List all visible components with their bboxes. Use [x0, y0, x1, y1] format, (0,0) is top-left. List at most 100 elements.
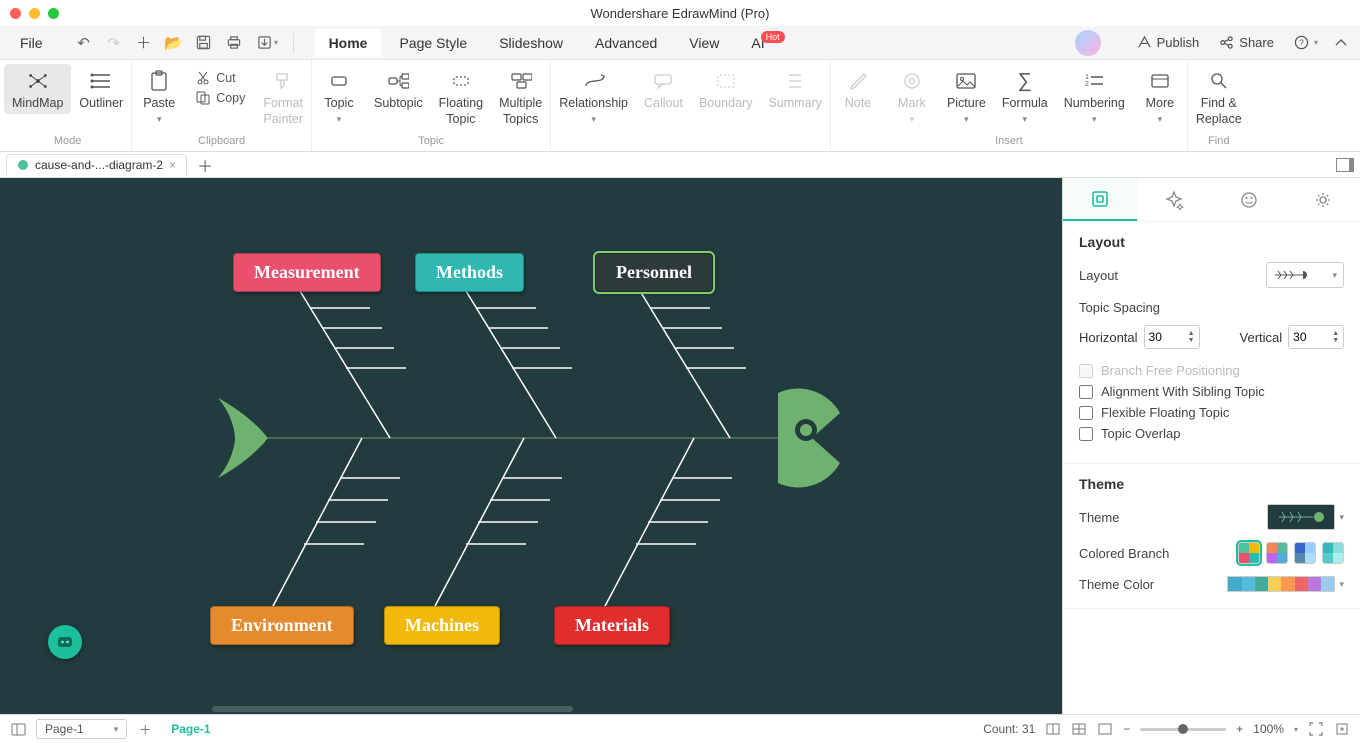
tab-advanced[interactable]: Advanced [581, 29, 671, 57]
tab-ai[interactable]: AIHot [737, 29, 802, 57]
tab-home[interactable]: Home [315, 29, 382, 57]
swatch-4[interactable] [1322, 542, 1344, 564]
menubar: File ↶ ↷ ＋ 📂 ▾ Home Page Style Slideshow… [0, 26, 1360, 60]
flex-float-check[interactable]: Flexible Floating Topic [1079, 405, 1344, 420]
fish-cat-personnel[interactable]: Personnel [595, 253, 713, 292]
fish-cat-machines[interactable]: Machines [384, 606, 500, 645]
zoom-slider[interactable] [1140, 728, 1226, 731]
theme-select[interactable] [1267, 504, 1335, 530]
publish-button[interactable]: Publish [1129, 31, 1208, 54]
view-mode-3[interactable] [1097, 721, 1113, 737]
multiple-topics-button[interactable]: Multiple Topics [491, 64, 550, 129]
close-tab[interactable]: × [169, 158, 176, 172]
layout-select[interactable]: ▾ [1266, 262, 1344, 288]
zoom-out[interactable]: − [1123, 722, 1130, 736]
format-painter-button[interactable]: Format Painter [255, 64, 311, 129]
page-select[interactable]: Page-1▾ [36, 719, 127, 739]
canvas-hscroll[interactable] [0, 704, 1062, 714]
floating-topic-button[interactable]: Floating Topic [431, 64, 491, 129]
canvas[interactable]: Measurement Methods Personnel Environmen… [0, 178, 1062, 714]
fit-page[interactable] [1334, 721, 1350, 737]
colored-branch-options [1238, 542, 1344, 564]
find-icon [1208, 70, 1230, 92]
vertical-spin[interactable]: ▲▼ [1288, 325, 1344, 349]
panel-tab-icons[interactable] [1212, 178, 1286, 221]
section-layout: Layout Layout ▾ Topic Spacing Horizontal… [1063, 222, 1360, 464]
tab-page-style[interactable]: Page Style [385, 29, 481, 57]
theme-color-label: Theme Color [1079, 577, 1154, 592]
titlebar: Wondershare EdrawMind (Pro) [0, 0, 1360, 26]
view-mode-2[interactable] [1071, 721, 1087, 737]
more-button[interactable]: More▾ [1133, 64, 1187, 127]
panel-tab-layout[interactable] [1063, 178, 1137, 221]
swatch-1[interactable] [1238, 542, 1260, 564]
export-button[interactable]: ▾ [251, 30, 285, 56]
horizontal-spin[interactable]: ▲▼ [1144, 325, 1200, 349]
main: Measurement Methods Personnel Environmen… [0, 178, 1360, 714]
user-avatar[interactable] [1075, 30, 1101, 56]
summary-button[interactable]: Summary [760, 64, 829, 114]
share-button[interactable]: Share [1211, 31, 1282, 54]
outliner-mode[interactable]: Outliner [71, 64, 131, 114]
pages-icon[interactable] [10, 721, 26, 737]
cut-button[interactable]: Cut [192, 68, 249, 88]
relationship-button[interactable]: Relationship▾ [551, 64, 636, 127]
maximize-window[interactable] [48, 8, 59, 19]
formula-button[interactable]: ∑Formula▾ [994, 64, 1056, 127]
new-button[interactable]: ＋ [131, 30, 157, 56]
topic-button[interactable]: Topic▾ [312, 64, 366, 127]
numbering-icon: 12 [1083, 70, 1105, 92]
window-controls [10, 8, 59, 19]
callout-button[interactable]: Callout [636, 64, 691, 114]
boundary-button[interactable]: Boundary [691, 64, 761, 114]
picture-button[interactable]: Picture▾ [939, 64, 994, 127]
subtopic-button[interactable]: Subtopic [366, 64, 431, 114]
add-tab[interactable]: ＋ [197, 153, 213, 177]
mindmap-mode[interactable]: MindMap [4, 64, 71, 114]
theme-color-select[interactable] [1227, 576, 1335, 592]
mark-button[interactable]: Mark▾ [885, 64, 939, 127]
file-menu[interactable]: File [8, 31, 55, 55]
save-button[interactable] [191, 30, 217, 56]
note-button[interactable]: Note [831, 64, 885, 114]
close-window[interactable] [10, 8, 21, 19]
panel-tab-style[interactable] [1137, 178, 1211, 221]
fullscreen[interactable] [1308, 721, 1324, 737]
swatch-2[interactable] [1266, 542, 1288, 564]
relationship-icon [583, 70, 605, 92]
redo-button[interactable]: ↷ [101, 30, 127, 56]
numbering-button[interactable]: 12Numbering▾ [1056, 64, 1133, 127]
document-tab[interactable]: cause-and-...-diagram-2 × [6, 154, 187, 175]
zoom-label: 100% [1253, 722, 1284, 736]
fish-cat-measurement[interactable]: Measurement [233, 253, 381, 292]
panel-toggle[interactable] [1336, 158, 1354, 172]
sparkle-icon [1164, 190, 1184, 210]
paste-button[interactable]: Paste▾ [132, 64, 186, 127]
undo-button[interactable]: ↶ [71, 30, 97, 56]
fish-cat-environment[interactable]: Environment [210, 606, 354, 645]
ai-fab[interactable] [48, 625, 82, 659]
ribbon-group-topic: Topic▾ Subtopic Floating Topic Multiple … [312, 60, 551, 151]
minimize-window[interactable] [29, 8, 40, 19]
add-page[interactable]: ＋ [137, 721, 153, 737]
ribbon-group-insert: Note Mark▾ Picture▾ ∑Formula▾ 12Numberin… [831, 60, 1188, 151]
branch-free-check: Branch Free Positioning [1079, 363, 1344, 378]
tab-view[interactable]: View [675, 29, 733, 57]
copy-button[interactable]: Copy [192, 88, 249, 108]
view-mode-1[interactable] [1045, 721, 1061, 737]
open-button[interactable]: 📂 [161, 30, 187, 56]
panel-tab-settings[interactable] [1286, 178, 1360, 221]
fish-cat-materials[interactable]: Materials [554, 606, 670, 645]
print-button[interactable] [221, 30, 247, 56]
mark-icon [901, 70, 923, 92]
find-replace-button[interactable]: Find & Replace [1188, 64, 1250, 129]
current-page[interactable]: Page-1 [163, 720, 218, 738]
fish-cat-methods[interactable]: Methods [415, 253, 524, 292]
swatch-3[interactable] [1294, 542, 1316, 564]
help-button[interactable]: ? ▾ [1286, 31, 1326, 54]
align-sibling-check[interactable]: Alignment With Sibling Topic [1079, 384, 1344, 399]
collapse-ribbon[interactable] [1330, 34, 1352, 52]
zoom-in[interactable]: + [1236, 722, 1243, 736]
overlap-check[interactable]: Topic Overlap [1079, 426, 1344, 441]
tab-slideshow[interactable]: Slideshow [485, 29, 577, 57]
